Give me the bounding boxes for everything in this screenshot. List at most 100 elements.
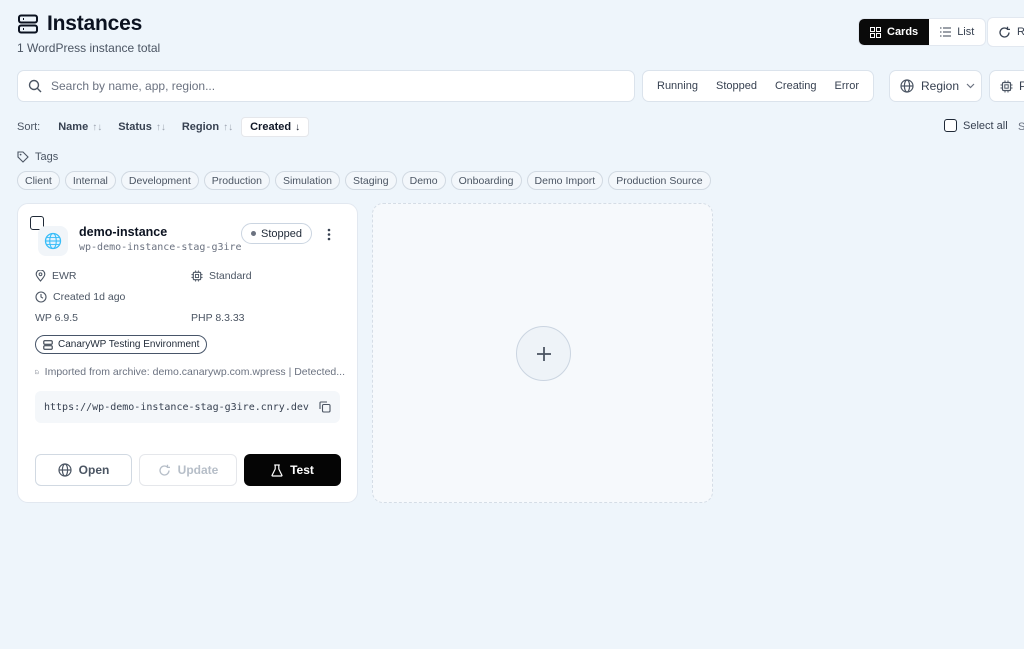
sort-status-button[interactable]: Status ↑↓ (110, 117, 174, 137)
sort-region-label: Region (181, 121, 220, 133)
plan-filter-dropdown[interactable]: P (989, 70, 1024, 102)
open-button[interactable]: Open (35, 454, 132, 486)
search-input[interactable] (51, 79, 591, 93)
chevron-down-icon (966, 83, 975, 89)
map-pin-icon (35, 270, 46, 282)
plan-value: Standard (209, 270, 252, 282)
server-stack-icon (18, 14, 38, 34)
more-options-button[interactable] (322, 225, 336, 243)
tag-production[interactable]: Production (203, 171, 270, 190)
filter-stopped[interactable]: Stopped (707, 80, 766, 92)
sort-name-button[interactable]: Name ↑↓ (50, 117, 110, 137)
sort-created-label: Created (250, 121, 292, 133)
instance-url[interactable]: https://wp-demo-instance-stag-g3ire.cnry… (44, 402, 309, 413)
instance-name[interactable]: demo-instance (79, 225, 167, 239)
select-all-checkbox[interactable] (944, 119, 957, 132)
region-meta: EWR (35, 270, 77, 282)
kebab-menu-icon (327, 228, 331, 240)
tag-icon (17, 151, 29, 163)
test-button[interactable]: Test (244, 454, 341, 486)
url-box: https://wp-demo-instance-stag-g3ire.cnry… (35, 391, 340, 423)
import-note: Imported from archive: demo.canarywp.com… (35, 366, 345, 378)
php-version: PHP 8.3.33 (191, 312, 245, 324)
status-label: Stopped (261, 227, 302, 240)
arrow-down-icon: ↓ (295, 121, 301, 133)
cpu-icon (191, 270, 203, 282)
file-icon (35, 369, 39, 375)
region-value: EWR (52, 270, 77, 282)
search-icon (28, 79, 42, 93)
page-subtitle: 1 WordPress instance total (17, 41, 161, 55)
sort-status-label: Status (118, 121, 152, 133)
status-filter-group: Running Stopped Creating Error (642, 70, 874, 102)
select-all-label: Select all (963, 119, 1008, 132)
test-label: Test (290, 463, 314, 477)
tag-internal[interactable]: Internal (64, 171, 116, 190)
plus-icon (536, 346, 551, 361)
globe-icon (900, 79, 914, 93)
wp-version: WP 6.9.5 (35, 312, 78, 324)
refresh-icon (159, 464, 170, 476)
globe-icon (58, 463, 72, 477)
copy-icon[interactable] (319, 401, 331, 413)
select-all-control[interactable]: Select all (944, 119, 1008, 132)
environment-chip: CanaryWP Testing Environment (35, 335, 208, 354)
view-list-button[interactable]: List (929, 19, 985, 45)
refresh-label: R (1017, 26, 1024, 38)
sort-bar: Sort: Name ↑↓ Status ↑↓ Region ↑↓ Create… (17, 117, 310, 137)
filter-creating[interactable]: Creating (766, 80, 826, 92)
tags-label: Tags (35, 151, 59, 163)
tag-onboarding[interactable]: Onboarding (450, 171, 522, 190)
sort-label: Sort: (17, 121, 41, 133)
update-label: Update (177, 463, 219, 477)
server-icon (43, 339, 53, 350)
sort-region-button[interactable]: Region ↑↓ (174, 117, 241, 137)
sort-arrows-icon: ↑↓ (155, 121, 166, 133)
view-cards-button[interactable]: Cards (859, 19, 930, 45)
refresh-button[interactable]: R (987, 17, 1024, 47)
tag-client[interactable]: Client (17, 171, 60, 190)
import-note-text: Imported from archive: demo.canarywp.com… (44, 366, 345, 378)
page-title: Instances (47, 12, 143, 35)
view-toggle: Cards List (858, 18, 987, 46)
truncated-control-label: S (1018, 121, 1024, 133)
tag-simulation[interactable]: Simulation (274, 171, 340, 190)
page-header: Instances (17, 12, 142, 36)
filter-running[interactable]: Running (648, 80, 707, 92)
instance-card: demo-instance wp-demo-instance-stag-g3ir… (17, 203, 358, 503)
view-list-label: List (957, 26, 975, 38)
tag-demo-import[interactable]: Demo Import (526, 171, 604, 190)
sort-name-label: Name (58, 121, 89, 133)
sort-created-button[interactable]: Created ↓ (241, 117, 310, 137)
card-actions: Open Update Test (35, 454, 341, 486)
grid-icon (870, 26, 881, 38)
environment-label: CanaryWP Testing Environment (58, 339, 200, 350)
refresh-icon (999, 26, 1010, 38)
update-button[interactable]: Update (139, 454, 237, 486)
search-box (17, 70, 635, 102)
instance-slug: wp-demo-instance-stag-g3ire (79, 242, 242, 253)
created-meta: Created 1d ago (35, 291, 125, 303)
created-value: Created 1d ago (53, 291, 126, 303)
open-label: Open (78, 463, 110, 477)
add-instance-button[interactable] (516, 326, 571, 381)
filter-error[interactable]: Error (826, 80, 868, 92)
wordpress-globe-icon (44, 232, 62, 250)
tags-heading: Tags (17, 151, 58, 163)
tag-staging[interactable]: Staging (345, 171, 397, 190)
view-cards-label: Cards (887, 26, 919, 38)
add-instance-card[interactable] (372, 203, 713, 503)
sort-arrows-icon: ↑↓ (223, 121, 234, 133)
tag-demo[interactable]: Demo (401, 171, 446, 190)
clock-icon (35, 291, 47, 303)
tag-production-source[interactable]: Production Source (608, 171, 711, 190)
app-icon-container (38, 226, 68, 256)
tag-filter-list: Client Internal Development Production S… (17, 171, 711, 190)
plan-filter-label: P (1019, 79, 1024, 93)
region-filter-dropdown[interactable]: Region (889, 70, 982, 102)
tag-development[interactable]: Development (120, 171, 199, 190)
region-filter-label: Region (921, 79, 960, 93)
list-icon (940, 27, 952, 37)
sort-arrows-icon: ↑↓ (92, 121, 103, 133)
status-dot-icon (251, 231, 256, 236)
